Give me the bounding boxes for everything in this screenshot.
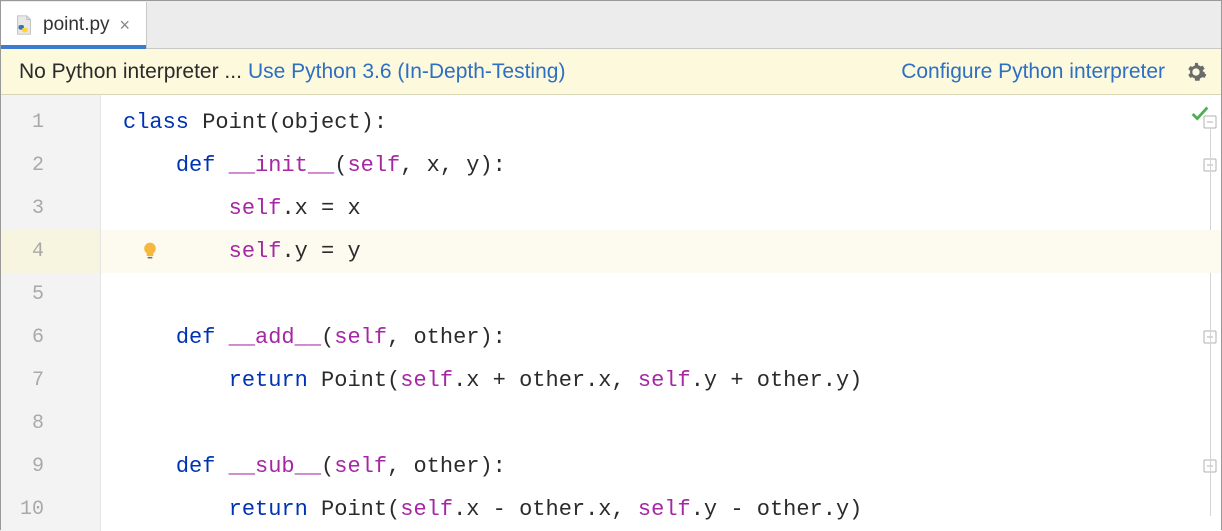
gutter: 1 2 3 4 5 6 7 8 9 10 xyxy=(1,95,101,531)
code-token: , other): xyxy=(387,325,506,350)
code-line[interactable]: self.y = y xyxy=(101,230,1221,273)
code-token: Point(object): xyxy=(202,110,387,135)
code-line[interactable]: self.x = x xyxy=(123,187,1221,230)
line-number: 3 xyxy=(20,197,44,220)
gutter-line: 7 xyxy=(1,359,100,402)
code-token: def xyxy=(176,454,229,479)
code-editor[interactable]: 1 2 3 4 5 6 7 8 9 10 class Point(object): def __i… xyxy=(1,95,1221,531)
code-token: __sub__ xyxy=(229,454,321,479)
gutter-line: 5 xyxy=(1,273,100,316)
code-token: return xyxy=(229,368,321,393)
interpreter-notice-bar: No Python interpreter ... Use Python 3.6… xyxy=(1,49,1221,95)
code-token: def xyxy=(176,325,229,350)
code-line[interactable] xyxy=(123,273,1221,316)
code-token: self xyxy=(334,325,387,350)
tab-label: point.py xyxy=(43,14,110,36)
code-token: __add__ xyxy=(229,325,321,350)
code-token: , x, y): xyxy=(400,153,506,178)
line-number: 2 xyxy=(20,154,44,177)
tab-bar: point.py × xyxy=(1,1,1221,49)
line-number: 6 xyxy=(20,326,44,349)
line-number: 7 xyxy=(20,369,44,392)
line-number: 4 xyxy=(20,240,44,263)
code-token: Point( xyxy=(321,368,400,393)
gutter-line: 2 xyxy=(1,144,100,187)
code-token: , other): xyxy=(387,454,506,479)
code-line[interactable]: def __sub__(self, other): xyxy=(123,445,1221,488)
code-token: ( xyxy=(334,153,347,178)
code-token: class xyxy=(123,110,202,135)
code-token: .y = y xyxy=(281,239,360,264)
gutter-line: 4 xyxy=(1,230,100,273)
line-number: 5 xyxy=(20,283,44,306)
code-area[interactable]: class Point(object): def __init__(self, … xyxy=(101,95,1221,531)
code-line[interactable]: def __init__(self, x, y): xyxy=(123,144,1221,187)
code-token: self xyxy=(229,196,282,221)
line-number: 8 xyxy=(20,412,44,435)
line-number: 1 xyxy=(20,111,44,134)
code-token: .x = x xyxy=(281,196,360,221)
code-token xyxy=(123,497,229,522)
code-token: __init__ xyxy=(229,153,335,178)
code-line[interactable]: class Point(object): xyxy=(123,101,1221,144)
code-token: Point( xyxy=(321,497,400,522)
gutter-line: 1 xyxy=(1,101,100,144)
code-token xyxy=(123,454,176,479)
code-token xyxy=(123,196,229,221)
code-token xyxy=(123,368,229,393)
code-line[interactable]: return Point(self.x - other.x, self.y - … xyxy=(123,488,1221,531)
code-line[interactable]: return Point(self.x + other.x, self.y + … xyxy=(123,359,1221,402)
tab-point-py[interactable]: point.py × xyxy=(1,2,147,48)
code-line[interactable]: def __add__(self, other): xyxy=(123,316,1221,359)
code-token: self xyxy=(347,153,400,178)
code-token: return xyxy=(229,497,321,522)
gutter-line: 10 xyxy=(1,488,100,531)
gutter-line: 3 xyxy=(1,187,100,230)
line-number: 10 xyxy=(20,498,44,521)
code-token: .y - other.y) xyxy=(691,497,863,522)
code-token: self xyxy=(229,239,282,264)
code-line[interactable] xyxy=(123,402,1221,445)
code-token: .x + other.x, xyxy=(453,368,638,393)
code-token: self xyxy=(400,497,453,522)
code-token xyxy=(123,153,176,178)
code-token: self xyxy=(400,368,453,393)
configure-interpreter-link[interactable]: Configure Python interpreter xyxy=(901,60,1165,84)
gutter-line: 6 xyxy=(1,316,100,359)
gear-icon[interactable] xyxy=(1185,61,1207,83)
gutter-line: 9 xyxy=(1,445,100,488)
code-token xyxy=(123,325,176,350)
code-token: .x - other.x, xyxy=(453,497,638,522)
code-token: self xyxy=(638,368,691,393)
code-token: .y + other.y) xyxy=(691,368,863,393)
close-icon[interactable]: × xyxy=(118,15,133,36)
line-number: 9 xyxy=(20,455,44,478)
check-icon xyxy=(1189,103,1211,132)
gutter-line: 8 xyxy=(1,402,100,445)
code-token: self xyxy=(334,454,387,479)
notice-text: No Python interpreter ... xyxy=(19,60,242,84)
python-file-icon xyxy=(13,14,35,36)
code-token: ( xyxy=(321,325,334,350)
code-token: self xyxy=(638,497,691,522)
intention-bulb-icon[interactable] xyxy=(139,240,161,262)
use-python-link[interactable]: Use Python 3.6 (In-Depth-Testing) xyxy=(248,60,565,84)
code-token: ( xyxy=(321,454,334,479)
code-token: def xyxy=(176,153,229,178)
